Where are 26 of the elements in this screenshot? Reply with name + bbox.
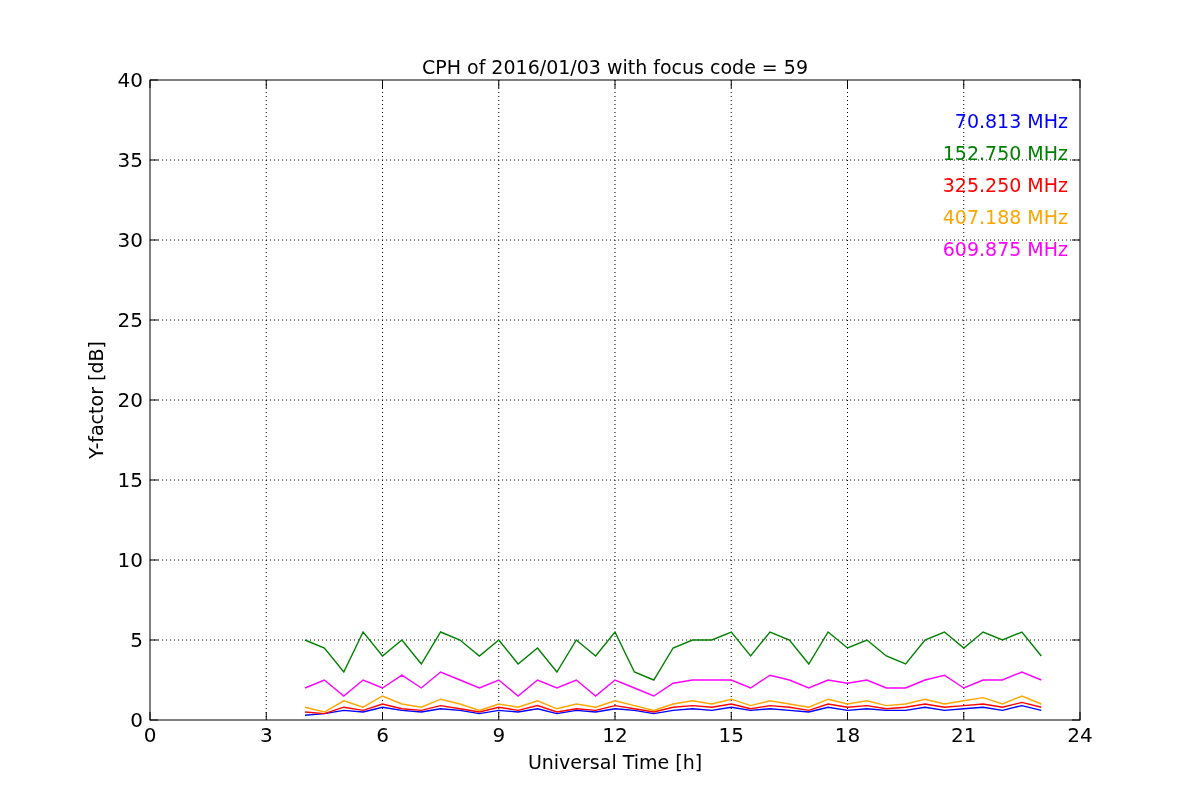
tick-label: 0 — [130, 708, 143, 732]
tick-label: 40 — [117, 68, 143, 92]
legend-label: 152.750 MHz — [942, 142, 1068, 164]
axis-label: Universal Time [h] — [527, 751, 703, 773]
legend-label: 407.188 MHz — [942, 206, 1068, 228]
tick-label: 35 — [117, 148, 143, 172]
tick-label: 18 — [834, 723, 861, 747]
tick-label: 5 — [130, 628, 143, 652]
tick-label: 12 — [602, 723, 628, 747]
axis-label: Y-factor [dB] — [85, 341, 107, 459]
tick-label: 0 — [143, 723, 157, 747]
tick-label: 20 — [117, 388, 143, 412]
tick-label: 10 — [117, 548, 143, 572]
tick-label: 25 — [117, 308, 143, 332]
legend-label: 609.875 MHz — [942, 238, 1068, 260]
chart-title: CPH of 2016/01/03 with focus code = 59 — [422, 56, 808, 78]
tick-label: 15 — [718, 723, 744, 747]
tick-label: 3 — [259, 723, 273, 747]
tick-label: 6 — [376, 723, 389, 747]
tick-label: 30 — [117, 228, 143, 252]
tick-label: 24 — [1067, 723, 1093, 747]
tick-label: 21 — [951, 723, 977, 747]
tick-label: 9 — [492, 723, 506, 747]
tick-label: 15 — [117, 468, 143, 492]
legend-label: 325.250 MHz — [942, 174, 1068, 196]
legend-label: 70.813 MHz — [954, 110, 1068, 132]
